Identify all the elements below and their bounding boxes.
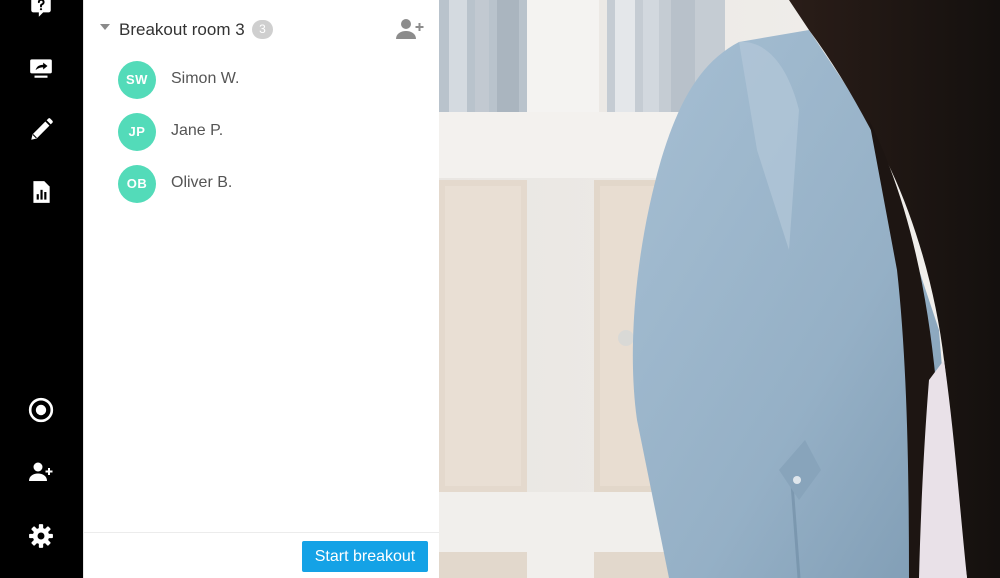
participant-name: Simon W. <box>171 70 240 87</box>
sidebar-rail <box>0 0 83 578</box>
room-title: Breakout room 3 <box>119 20 245 39</box>
avatar: JP <box>118 113 156 151</box>
share-screen-icon <box>30 59 52 78</box>
sidebar-item-help[interactable] <box>21 0 61 27</box>
avatar: OB <box>118 165 156 203</box>
room-header: Breakout room 3 3 <box>84 0 440 58</box>
participant-row[interactable]: JP Jane P. <box>118 113 418 151</box>
panel-footer: Start breakout <box>84 532 440 578</box>
collapse-caret-icon[interactable] <box>100 24 110 30</box>
avatar: SW <box>118 61 156 99</box>
participant-count-badge: 3 <box>252 20 273 39</box>
sidebar-item-reports[interactable] <box>21 172 61 212</box>
record-icon <box>28 397 54 423</box>
start-breakout-button[interactable]: Start breakout <box>302 541 428 572</box>
pencil-icon <box>31 118 53 140</box>
sidebar-item-settings[interactable] <box>21 516 61 556</box>
add-person-icon <box>396 19 424 39</box>
participant-name: Jane P. <box>171 122 224 139</box>
add-participant-button[interactable] <box>394 15 426 43</box>
sidebar-item-record[interactable] <box>21 390 61 430</box>
breakout-panel: Breakout room 3 3 SW Simon W. JP Jane P.… <box>83 0 440 578</box>
sidebar-item-draw[interactable] <box>21 110 61 150</box>
add-user-icon <box>29 462 53 481</box>
sidebar-item-share-screen[interactable] <box>21 48 61 88</box>
sidebar-item-invite[interactable] <box>21 452 61 492</box>
participant-row[interactable]: SW Simon W. <box>118 61 418 99</box>
video-feed <box>439 0 1000 578</box>
question-icon <box>31 0 51 17</box>
participant-name: Oliver B. <box>171 174 233 191</box>
gear-icon <box>29 524 53 548</box>
video-frame <box>439 0 1000 578</box>
report-icon <box>33 181 50 203</box>
participant-row[interactable]: OB Oliver B. <box>118 165 418 203</box>
